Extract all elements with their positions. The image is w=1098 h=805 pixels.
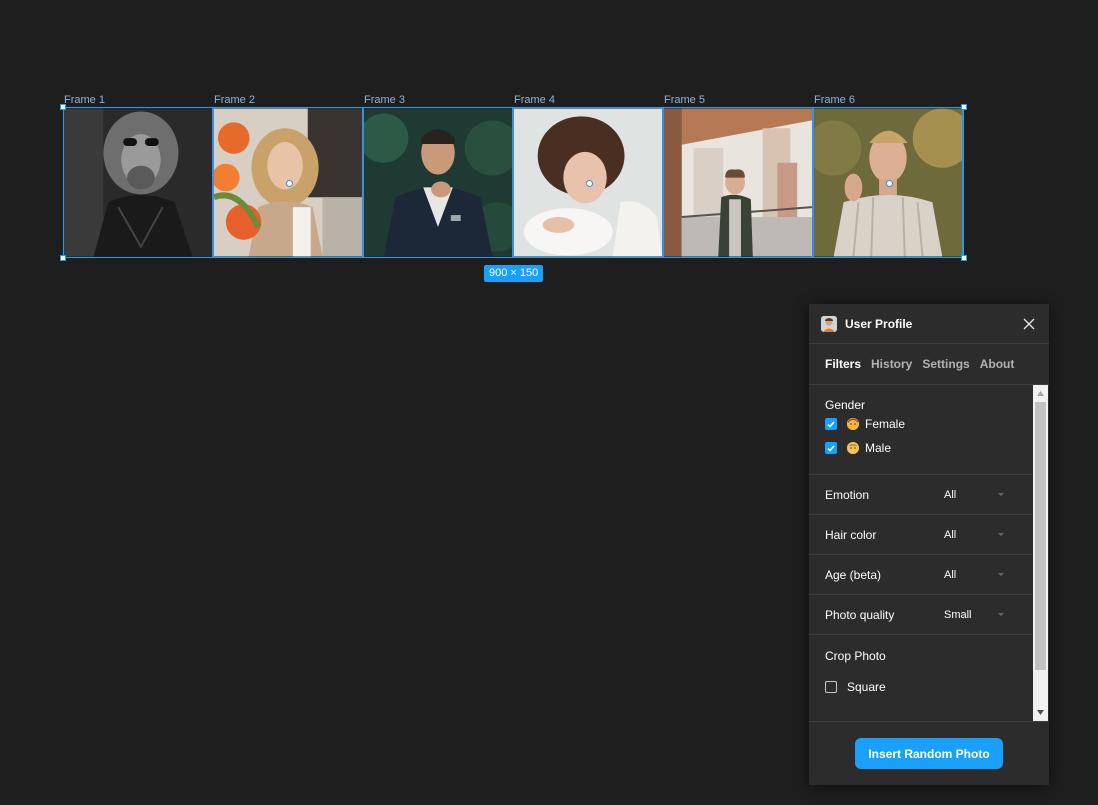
photo-quality-label: Photo quality [825,607,895,622]
frame-center-dot [886,180,893,187]
gender-option-male[interactable]: Male [825,436,1016,460]
female-checkbox[interactable] [825,418,837,430]
resize-handle-bottom-left[interactable] [60,255,66,261]
frame-1-photo[interactable] [63,107,213,258]
frame-center-dot [586,180,593,187]
chevron-down-icon [998,572,1004,576]
hair-color-select[interactable]: All [944,529,1004,541]
age-label: Age (beta) [825,567,882,582]
frame-label-1[interactable]: Frame 1 [64,93,105,107]
hair-color-value: All [944,528,957,541]
crop-square-option[interactable]: Square [825,675,1016,699]
crop-photo-label: Crop Photo [825,649,886,663]
emotion-value: All [944,488,957,501]
scrollbar-thumb[interactable] [1035,402,1046,670]
user-profile-plugin-panel: User Profile Filters History Settings Ab… [809,304,1049,785]
resize-handle-bottom-right[interactable] [961,255,967,261]
frame-label-6[interactable]: Frame 6 [814,93,855,107]
frame-label-5[interactable]: Frame 5 [664,93,705,107]
frame-label-3[interactable]: Frame 3 [364,93,405,107]
frame-4-photo[interactable] [513,107,663,258]
hair-color-filter: Hair color All [809,515,1032,555]
selection-size-badge: 900 × 150 [484,265,544,282]
tab-history[interactable]: History [871,357,912,371]
photo-quality-filter: Photo quality Small [809,595,1032,635]
square-checkbox[interactable] [825,681,837,693]
insert-random-photo-button[interactable]: Insert Random Photo [855,738,1003,769]
emotion-select[interactable]: All [944,489,1004,501]
tab-about[interactable]: About [980,357,1015,371]
woman-emoji-icon [847,418,859,430]
chevron-down-icon [998,492,1004,496]
hair-color-label: Hair color [825,527,877,542]
user-avatar-icon [821,315,837,332]
scroll-down-arrow-icon[interactable] [1037,710,1044,715]
photo-quality-value: Small [944,608,972,621]
resize-handle-top-left[interactable] [60,104,66,110]
resize-handle-top-right[interactable] [961,104,967,110]
close-icon[interactable] [1021,316,1037,332]
tab-settings[interactable]: Settings [922,357,969,371]
photo-man-suit [364,108,512,257]
gender-section: Gender Female Male [809,385,1032,475]
tab-filters[interactable]: Filters [825,357,861,371]
frame-label-2[interactable]: Frame 2 [214,93,255,107]
gender-label: Gender [825,398,866,412]
age-select[interactable]: All [944,569,1004,581]
frame-center-dot [286,180,293,187]
scroll-up-arrow-icon[interactable] [1037,391,1044,396]
panel-title: User Profile [845,316,913,331]
frame-3-photo[interactable] [363,107,513,258]
square-label: Square [847,680,886,694]
frame-5-photo[interactable] [663,107,813,258]
age-value: All [944,568,957,581]
frame-label-4[interactable]: Frame 4 [514,93,555,107]
tab-bar: Filters History Settings About [809,344,1049,385]
frame-2-photo[interactable] [213,107,363,258]
photo-man-balcony [664,108,812,257]
emotion-label: Emotion [825,487,870,502]
panel-footer: Insert Random Photo [809,721,1049,785]
photo-man-sunglasses [64,108,212,257]
man-emoji-icon [847,442,859,454]
gender-option-female[interactable]: Female [825,412,1016,436]
filters-scroll-area[interactable]: Gender Female Male Emotion All Hair colo… [809,385,1049,721]
chevron-down-icon [998,612,1004,616]
panel-header[interactable]: User Profile [809,304,1049,344]
scrollbar[interactable] [1033,385,1048,721]
frame-6-photo[interactable] [813,107,963,258]
female-label: Female [865,417,906,431]
emotion-filter: Emotion All [809,475,1032,515]
male-label: Male [865,441,892,455]
crop-photo-section: Crop Photo Square [809,635,1032,703]
chevron-down-icon [998,532,1004,536]
photo-quality-select[interactable]: Small [944,609,1004,621]
age-filter: Age (beta) All [809,555,1032,595]
male-checkbox[interactable] [825,442,837,454]
